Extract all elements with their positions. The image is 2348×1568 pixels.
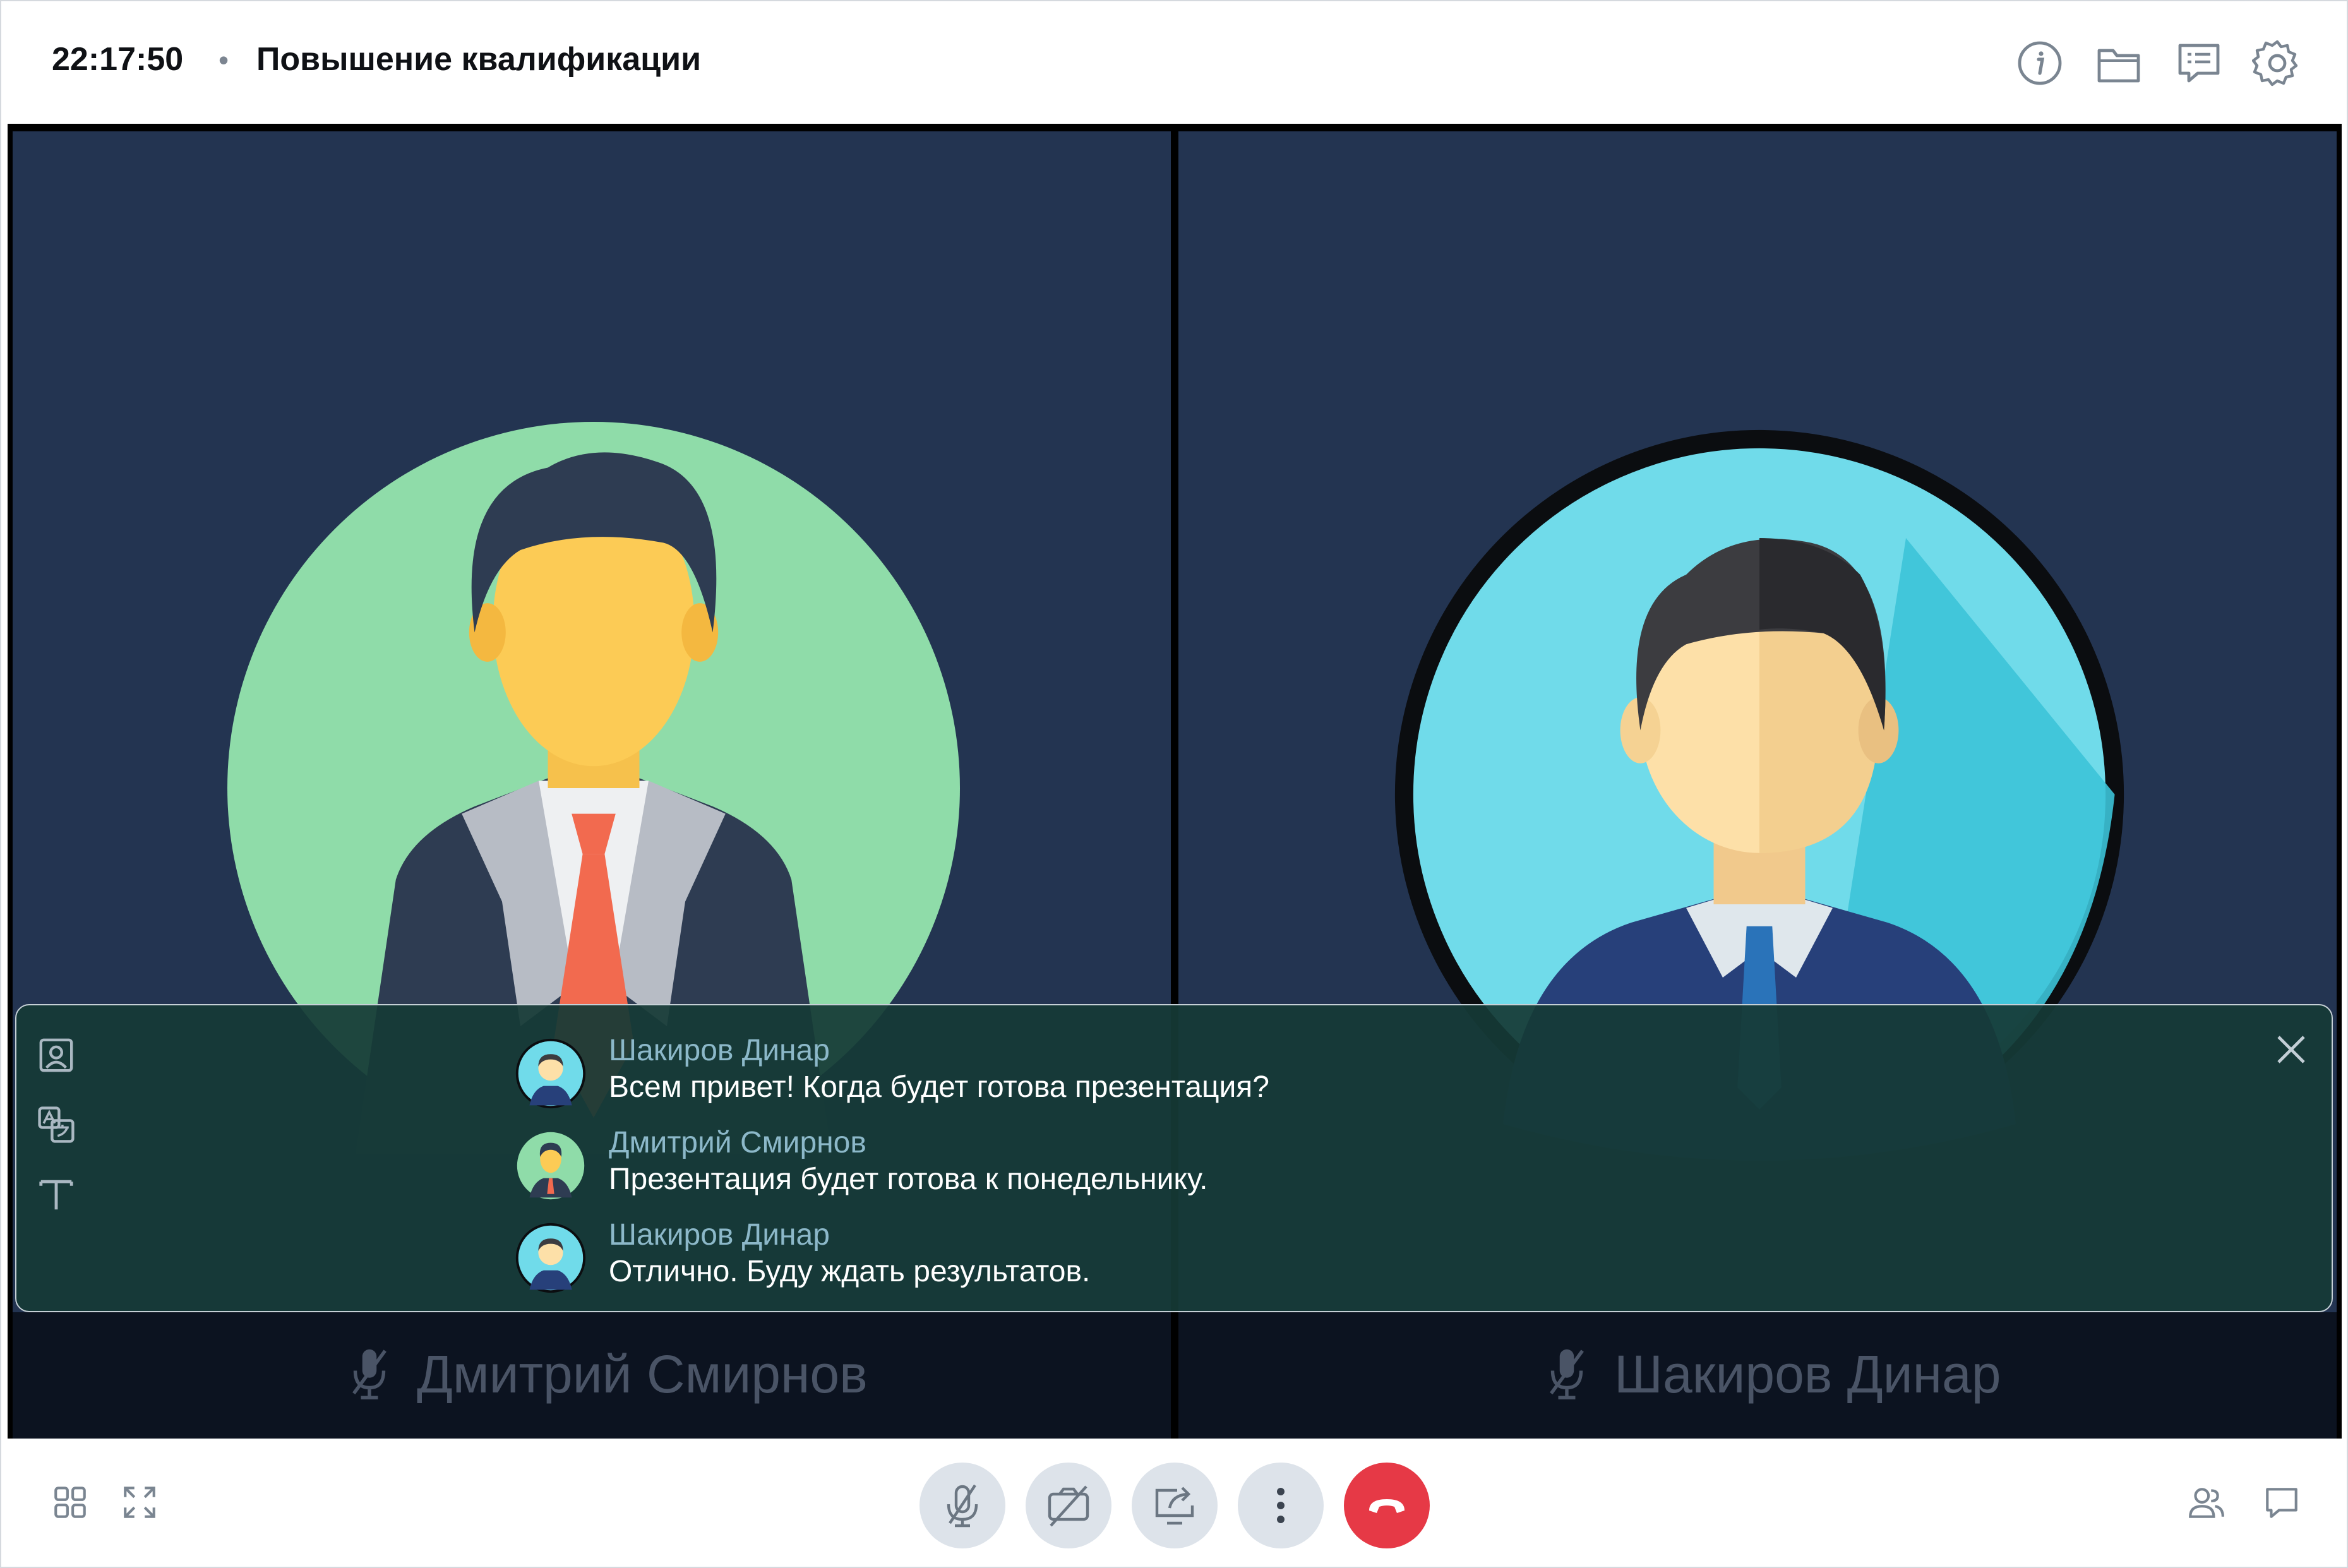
- message-author: Шакиров Динар: [609, 1034, 830, 1067]
- mic-toggle-button[interactable]: [919, 1463, 1005, 1548]
- transcript-panel: Шакиров Динар Всем привет! Когда будет г…: [15, 1004, 2333, 1312]
- close-icon[interactable]: [2272, 1031, 2310, 1068]
- meeting-title: Повышение квалификации: [256, 41, 702, 78]
- meeting-clock: 22:17:50: [52, 41, 184, 78]
- mic-muted-icon: [1550, 1349, 1584, 1399]
- avatar: [517, 1132, 585, 1200]
- camera-toggle-button[interactable]: [1026, 1463, 1111, 1548]
- hang-up-icon: [1369, 1499, 1405, 1513]
- control-bar: [1, 1440, 2347, 1567]
- camera-off-icon: [1048, 1485, 1089, 1527]
- folder-icon[interactable]: [2094, 38, 2145, 88]
- mic-off-icon: [947, 1484, 978, 1528]
- header-separator: •: [219, 44, 229, 76]
- name-bar: Дмитрий Смирнов: [13, 1312, 1171, 1439]
- grid-layout-icon[interactable]: [51, 1483, 90, 1522]
- translate-icon[interactable]: [35, 1104, 77, 1146]
- message-author: Шакиров Динар: [609, 1218, 830, 1252]
- message-text: Презентация будет готова к понедельнику.: [609, 1163, 1208, 1196]
- share-screen-button[interactable]: [1132, 1463, 1218, 1548]
- conference-window: 22:17:50 • Повышение квалификации Дмитри…: [0, 0, 2348, 1568]
- name-bar: Шакиров Динар: [1178, 1312, 2337, 1439]
- info-icon[interactable]: [2015, 38, 2065, 88]
- participant-name: Шакиров Динар: [1614, 1344, 2001, 1404]
- more-icon: [1277, 1488, 1285, 1523]
- fullscreen-icon[interactable]: [120, 1483, 159, 1522]
- text-icon[interactable]: [35, 1173, 77, 1215]
- chat-list-icon[interactable]: [2174, 38, 2224, 88]
- hang-up-button[interactable]: [1344, 1463, 1430, 1548]
- more-options-button[interactable]: [1238, 1463, 1324, 1548]
- avatar: [515, 1223, 586, 1293]
- mic-muted-icon: [352, 1349, 386, 1399]
- picture-icon[interactable]: [35, 1034, 77, 1076]
- message-text: Всем привет! Когда будет готова презента…: [609, 1070, 1269, 1104]
- avatar: [515, 1038, 586, 1109]
- header: 22:17:50 • Повышение квалификации: [1, 1, 2347, 124]
- message-author: Дмитрий Смирнов: [609, 1126, 866, 1159]
- share-screen-icon: [1155, 1487, 1194, 1525]
- gear-icon[interactable]: [2252, 38, 2303, 88]
- participant-name: Дмитрий Смирнов: [417, 1344, 868, 1404]
- participants-icon[interactable]: [2186, 1483, 2225, 1522]
- message-text: Отлично. Буду ждать результатов.: [609, 1255, 1091, 1288]
- chat-icon[interactable]: [2262, 1483, 2301, 1522]
